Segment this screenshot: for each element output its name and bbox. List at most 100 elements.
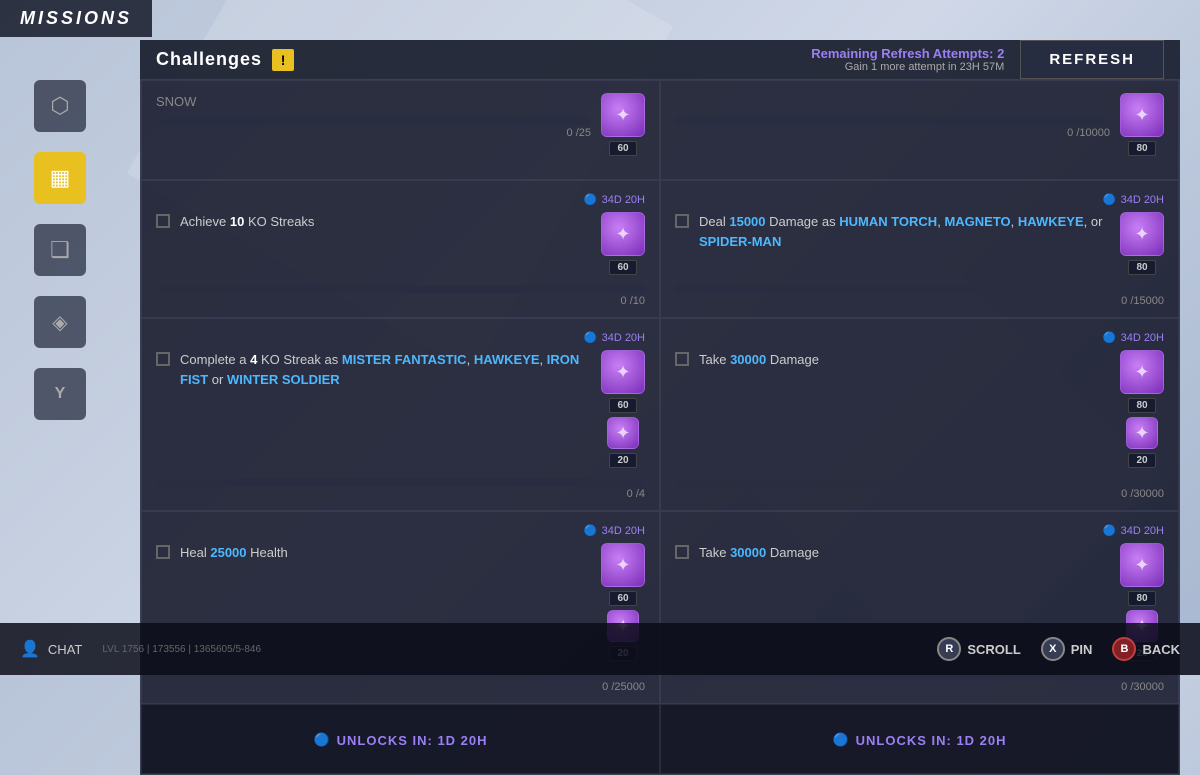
pin-control: X PIN — [1041, 637, 1093, 661]
clock-icon-5: 🔵 — [584, 524, 598, 537]
progress-text-heal: 0 /25000 — [156, 681, 645, 693]
reward-badge-take-damage-1: 80 — [1128, 398, 1156, 413]
timer-take-damage-1: 🔵 34D 20H — [675, 331, 1164, 344]
challenges-exclaim: ! — [272, 49, 294, 71]
reward-icon-deal-damage — [1120, 212, 1164, 256]
shield-icon: ◈ — [52, 310, 67, 335]
challenges-header: Challenges ! Remaining Refresh Attempts:… — [140, 40, 1180, 79]
chat-area[interactable]: 👤 CHAT — [20, 639, 82, 659]
bottom-bar: 👤 CHAT LVL 1756 | 173556 | 1365605/5-846… — [0, 623, 1200, 675]
clock-icon-unlock-right: 🔵 — [832, 732, 849, 748]
clock-icon-2: 🔵 — [1103, 193, 1117, 206]
reward-icon-partial-left — [601, 93, 645, 137]
progress-container-take-damage-1 — [675, 478, 1164, 486]
challenge-text-take-damage-1: Take 30000 Damage — [699, 350, 1110, 370]
reward-badge-partial-left: 60 — [609, 141, 637, 156]
clock-icon-3: 🔵 — [584, 331, 598, 344]
calendar-icon: ▦ — [50, 165, 71, 191]
challenge-text-achieve-ko: Achieve 10 KO Streaks — [180, 212, 591, 232]
reward-icon-take-damage-2 — [1120, 543, 1164, 587]
reward-badge2-complete-ko: 20 — [609, 453, 637, 468]
sidebar-item-card[interactable]: ❑ — [34, 224, 86, 276]
r-button[interactable]: R — [937, 637, 961, 661]
clock-icon-6: 🔵 — [1103, 524, 1117, 537]
challenge-text-complete-ko: Complete a 4 KO Streak as MISTER FANTAST… — [180, 350, 591, 389]
sidebar-item-y[interactable]: Y — [34, 368, 86, 420]
back-control: B BACK — [1112, 637, 1180, 661]
clock-icon-1: 🔵 — [584, 193, 598, 206]
refresh-area: Remaining Refresh Attempts: 2 Gain 1 mor… — [811, 40, 1164, 79]
challenge-cell-partial-right: 0 /10000 80 — [660, 80, 1179, 180]
progress-text-take-damage-1: 0 /30000 — [675, 488, 1164, 500]
progress-text-take-damage-2: 0 /30000 — [675, 681, 1164, 693]
reward-badge-heal: 60 — [609, 591, 637, 606]
reward-icon-heal — [601, 543, 645, 587]
refresh-button[interactable]: REFRESH — [1020, 40, 1164, 79]
reward-badge-achieve-ko: 60 — [609, 260, 637, 275]
challenge-text-take-damage-2: Take 30000 Damage — [699, 543, 1110, 563]
timer-heal: 🔵 34D 20H — [156, 524, 645, 537]
timer-complete-ko: 🔵 34D 20H — [156, 331, 645, 344]
card-icon: ❑ — [50, 237, 70, 263]
sidebar-item-cube[interactable]: ⬡ — [34, 80, 86, 132]
refresh-timer-text: Gain 1 more attempt in 23H 57M — [811, 61, 1004, 73]
checkbox-achieve-ko[interactable] — [156, 214, 170, 228]
reward-icon2-take-damage-1 — [1126, 417, 1158, 449]
pin-label: PIN — [1071, 642, 1093, 657]
progress-text-complete-ko: 0 /4 — [156, 488, 645, 500]
challenge-cell-complete-ko: 🔵 34D 20H Complete a 4 KO Streak as MIST… — [141, 318, 660, 511]
reward-icon-achieve-ko — [601, 212, 645, 256]
unlock-cell-right: 🔵 UNLOCKS IN: 1D 20H — [660, 704, 1179, 774]
challenge-row-deal-damage: Deal 15000 Damage as HUMAN TORCH, MAGNET… — [675, 212, 1164, 275]
chat-icon: 👤 — [20, 639, 40, 659]
reward-badge-partial-right: 80 — [1128, 141, 1156, 156]
challenge-cell-take-damage-1: 🔵 34D 20H Take 30000 Damage 80 20 0 /300… — [660, 318, 1179, 511]
reward-icon-complete-ko — [601, 350, 645, 394]
refresh-info: Remaining Refresh Attempts: 2 Gain 1 mor… — [811, 46, 1004, 73]
reward-icons-partial-right: 80 — [1120, 93, 1164, 156]
bottom-controls: R SCROLL X PIN B BACK — [937, 637, 1180, 661]
challenges-title: Challenges — [156, 49, 262, 70]
bottom-info: LVL 1756 | 173556 | 1365605/5-846 — [102, 644, 261, 655]
checkbox-complete-ko[interactable] — [156, 352, 170, 366]
b-button[interactable]: B — [1112, 637, 1136, 661]
progress-container-deal-damage — [675, 285, 1164, 293]
reward-icons-deal-damage: 80 — [1120, 212, 1164, 275]
progress-container-complete-ko — [156, 478, 645, 486]
reward-badge-deal-damage: 80 — [1128, 260, 1156, 275]
refresh-attempts-text: Remaining Refresh Attempts: 2 — [811, 46, 1004, 61]
scroll-label: SCROLL — [967, 642, 1020, 657]
sidebar-item-shield[interactable]: ◈ — [34, 296, 86, 348]
x-button[interactable]: X — [1041, 637, 1065, 661]
unlock-text-right: 🔵 UNLOCKS IN: 1D 20H — [832, 732, 1006, 748]
challenge-row-take-damage-1: Take 30000 Damage 80 20 — [675, 350, 1164, 468]
cube-icon: ⬡ — [50, 93, 69, 119]
partial-text-left: SNOW — [156, 94, 196, 109]
sidebar: ⬡ ▦ ❑ ◈ Y — [0, 0, 120, 675]
reward-badge-complete-ko: 60 — [609, 398, 637, 413]
timer-take-damage-2: 🔵 34D 20H — [675, 524, 1164, 537]
challenge-cell-partial-left: SNOW 0 /25 60 — [141, 80, 660, 180]
unlock-cell-left: 🔵 UNLOCKS IN: 1D 20H — [141, 704, 660, 774]
checkbox-deal-damage[interactable] — [675, 214, 689, 228]
reward-icons-take-damage-1: 80 20 — [1120, 350, 1164, 468]
challenge-row-achieve-ko: Achieve 10 KO Streaks 60 — [156, 212, 645, 275]
challenge-cell-deal-damage: 🔵 34D 20H Deal 15000 Damage as HUMAN TOR… — [660, 180, 1179, 318]
clock-icon-4: 🔵 — [1103, 331, 1117, 344]
checkbox-take-damage-1[interactable] — [675, 352, 689, 366]
y-icon: Y — [55, 385, 66, 403]
timer-achieve-ko: 🔵 34D 20H — [156, 193, 645, 206]
checkbox-take-damage-2[interactable] — [675, 545, 689, 559]
reward-icons-achieve-ko: 60 — [601, 212, 645, 275]
checkbox-heal[interactable] — [156, 545, 170, 559]
challenge-cell-heal: 🔵 34D 20H Heal 25000 Health 60 20 0 /250… — [141, 511, 660, 704]
timer-deal-damage: 🔵 34D 20H — [675, 193, 1164, 206]
clock-icon-unlock-left: 🔵 — [313, 732, 330, 748]
main-content: Challenges ! Remaining Refresh Attempts:… — [120, 0, 1200, 675]
reward-badge-take-damage-2: 80 — [1128, 591, 1156, 606]
unlock-text-left: 🔵 UNLOCKS IN: 1D 20H — [313, 732, 487, 748]
reward-badge2-take-damage-1: 20 — [1128, 453, 1156, 468]
challenge-cell-take-damage-2: 🔵 34D 20H Take 30000 Damage 80 20 0 /300… — [660, 511, 1179, 704]
progress-text-achieve-ko: 0 /10 — [156, 295, 645, 307]
sidebar-item-calendar[interactable]: ▦ — [34, 152, 86, 204]
